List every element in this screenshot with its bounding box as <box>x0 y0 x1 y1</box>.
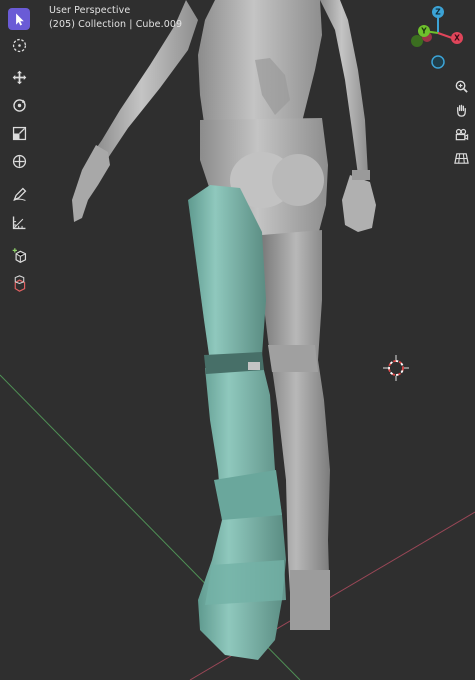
pan-button[interactable] <box>451 100 471 120</box>
gizmo-neg-z-icon <box>431 55 445 69</box>
grid-view-button[interactable] <box>451 148 471 168</box>
add-cube-tool[interactable] <box>8 244 30 266</box>
gizmo-z-label: Z <box>435 8 441 17</box>
hand-icon <box>456 104 466 117</box>
camera-view-button[interactable] <box>451 124 471 144</box>
scale-icon <box>12 126 26 140</box>
navigation-gizmo[interactable]: Z Y X <box>405 5 471 71</box>
move-arrows-icon <box>12 70 26 84</box>
gizmo-neg-y-icon <box>411 35 423 47</box>
gizmo-x-label: X <box>454 34 460 43</box>
cursor-tool[interactable] <box>8 34 30 56</box>
zoom-icon <box>455 80 468 93</box>
grid-icon <box>453 152 469 164</box>
rotate-tool[interactable] <box>8 94 30 116</box>
gizmo-y-label: Y <box>420 27 427 36</box>
move-tool[interactable] <box>8 66 30 88</box>
select-box-tool[interactable] <box>8 8 30 30</box>
crosshair-circle-icon <box>12 38 26 52</box>
extrude-icon <box>14 274 25 292</box>
rotate-icon <box>12 98 26 112</box>
scale-tool[interactable] <box>8 122 30 144</box>
3d-cursor-icon[interactable] <box>383 355 409 381</box>
transform-tool[interactable] <box>8 150 30 172</box>
extrude-region-tool[interactable] <box>8 272 30 294</box>
transform-icon <box>12 154 26 168</box>
annotate-tool[interactable] <box>8 183 30 205</box>
collection-info: (205) Collection | Cube.009 <box>49 19 183 30</box>
view-title: User Perspective <box>49 5 131 16</box>
ruler-icon <box>12 216 25 229</box>
add-cube-icon <box>12 247 26 263</box>
zoom-button[interactable] <box>451 76 471 96</box>
pencil-icon <box>12 187 26 201</box>
camera-icon <box>455 128 468 140</box>
cursor-arrow-icon <box>15 13 24 25</box>
measure-tool[interactable] <box>8 211 30 233</box>
3d-viewport[interactable] <box>0 0 475 680</box>
character-model <box>72 0 376 660</box>
